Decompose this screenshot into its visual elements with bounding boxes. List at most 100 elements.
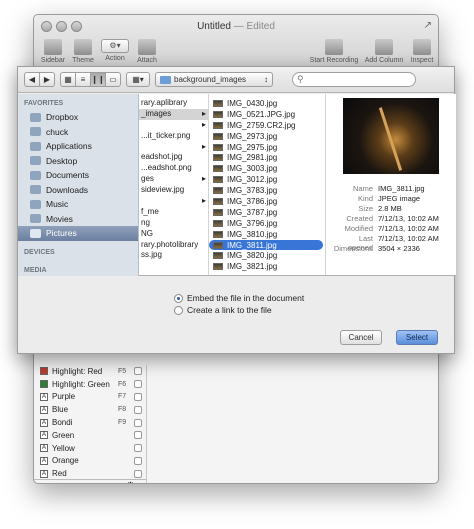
style-checkbox[interactable] — [134, 444, 142, 453]
coverflow-view-icon[interactable]: ▭ — [105, 72, 121, 87]
file-row[interactable]: IMG_2981.jpg — [209, 152, 325, 163]
forward-icon[interactable]: ▶ — [39, 72, 55, 87]
style-checkbox[interactable] — [134, 431, 142, 440]
style-checkbox[interactable] — [134, 418, 142, 427]
file-row[interactable]: IMG_3787.jpg — [209, 207, 325, 218]
sidebar-item-applications[interactable]: Applications — [18, 139, 138, 154]
style-swatch-icon: A — [40, 469, 48, 478]
list-item[interactable]: ...it_ticker.png — [139, 131, 208, 142]
list-item[interactable]: ng — [139, 218, 208, 229]
sidebar-item-pictures[interactable]: Pictures — [18, 226, 138, 241]
style-checkbox[interactable] — [134, 405, 142, 414]
sidebar-item-label: Pictures — [46, 228, 77, 239]
gear-menu-icon[interactable]: ⚙▾ — [126, 481, 140, 483]
list-item[interactable]: ▸ — [139, 142, 208, 153]
style-list-item[interactable]: A Bondi F9 — [34, 416, 146, 429]
style-list-item[interactable]: A Green — [34, 429, 146, 442]
list-item[interactable]: ges ▸ — [139, 174, 208, 185]
list-item[interactable]: NG — [139, 229, 208, 240]
sidebar-item-chuck[interactable]: chuck — [18, 125, 138, 140]
file-row[interactable]: IMG_0521.JPG.jpg — [209, 109, 325, 120]
embed-option[interactable]: Embed the file in the document — [174, 292, 456, 304]
music-icon — [30, 199, 41, 209]
file-row[interactable]: IMG_3821.jpg — [209, 261, 325, 272]
icon-view-icon[interactable]: ▦ — [60, 72, 76, 87]
style-list-item[interactable]: A Yellow — [34, 442, 146, 455]
file-name: IMG_3820.jpg — [227, 251, 278, 261]
style-list-item[interactable]: A Purple F7 — [34, 391, 146, 404]
link-option[interactable]: Create a link to the file — [174, 304, 456, 316]
list-view-icon[interactable]: ≡ — [75, 72, 91, 87]
style-list-item[interactable]: A Orange — [34, 455, 146, 468]
style-list-item[interactable]: Highlight: Red F5 — [34, 365, 146, 378]
list-item[interactable]: rary.photolibrary — [139, 240, 208, 251]
file-row[interactable]: IMG_3003.jpg — [209, 163, 325, 174]
file-name: IMG_3811.jpg — [227, 240, 277, 250]
toolbar-add-column[interactable]: Add Column — [362, 39, 406, 64]
file-row[interactable]: IMG_0430.jpg — [209, 98, 325, 109]
style-checkbox[interactable] — [134, 456, 142, 465]
list-item[interactable]: ss.jpg — [139, 250, 208, 261]
select-button[interactable]: Select — [396, 330, 438, 345]
style-checkbox[interactable] — [134, 392, 142, 401]
file-row[interactable]: IMG_3783.jpg — [209, 185, 325, 196]
embed-radio[interactable] — [174, 293, 183, 303]
list-item[interactable]: eadshot.jpg — [139, 152, 208, 163]
toolbar-sidebar[interactable]: Sidebar — [38, 39, 68, 64]
file-row[interactable]: IMG_3811.jpg — [209, 239, 323, 251]
sidebar-item-desktop[interactable]: Desktop — [18, 154, 138, 169]
list-item[interactable]: rary.aplibrary — [139, 98, 208, 109]
info-value: 7/12/13, 10:02 AM — [378, 214, 439, 223]
info-value: JPEG image — [378, 194, 421, 203]
list-item[interactable]: ▸ — [139, 196, 208, 207]
sidebar-item-movies[interactable]: Movies — [18, 212, 138, 227]
fullscreen-icon[interactable]: ↗ — [424, 20, 432, 31]
file-row[interactable]: IMG_3810.jpg — [209, 229, 325, 240]
file-row[interactable]: IMG_3820.jpg — [209, 250, 325, 261]
toolbar-inspect[interactable]: Inspect — [406, 39, 438, 64]
image-thumbnail-icon — [213, 252, 223, 260]
style-shortcut: F6 — [118, 380, 127, 388]
chevron-right-icon: ▸ — [201, 196, 206, 206]
cancel-button[interactable]: Cancel — [340, 330, 382, 345]
sidebar-item-music[interactable]: Music — [18, 197, 138, 212]
sidebar-item-dropbox[interactable]: Dropbox — [18, 110, 138, 125]
style-list-item[interactable]: Highlight: Green F6 — [34, 378, 146, 391]
style-checkbox[interactable] — [134, 367, 142, 376]
style-list-item[interactable]: A Blue F8 — [34, 403, 146, 416]
style-checkbox[interactable] — [134, 469, 142, 478]
list-item[interactable]: ...eadshot.png — [139, 163, 208, 174]
file-row[interactable]: IMG_2973.jpg — [209, 131, 325, 142]
arrange-menu-icon[interactable]: ▦▾ — [126, 72, 150, 87]
file-row[interactable]: IMG_3012.jpg — [209, 174, 325, 185]
file-row[interactable]: IMG_3786.jpg — [209, 196, 325, 207]
path-popup[interactable]: background_images ↕ — [155, 72, 273, 87]
style-checkbox[interactable] — [134, 380, 142, 389]
list-item[interactable]: f_me — [139, 207, 208, 218]
sidebar-item-documents[interactable]: Documents — [18, 168, 138, 183]
link-radio[interactable] — [174, 305, 183, 315]
toolbar-action[interactable]: ⚙▾ Action — [98, 39, 132, 62]
toolbar-attach[interactable]: Attach — [132, 39, 162, 64]
add-style-button[interactable]: + — [40, 481, 46, 483]
sidebar-item-downloads[interactable]: Downloads — [18, 183, 138, 198]
toolbar-start-recording[interactable]: Start Recording — [306, 39, 362, 64]
info-row: Size 2.8 MB — [332, 204, 450, 214]
file-row[interactable]: IMG_3796.jpg — [209, 218, 325, 229]
column-view-icon[interactable]: ❙❙ — [90, 72, 106, 87]
toolbar-start-recording-label: Start Recording — [309, 57, 359, 64]
style-label: Red — [52, 469, 67, 479]
file-row[interactable]: IMG_2975.jpg — [209, 142, 325, 153]
sidebar-icon — [44, 39, 62, 55]
list-item[interactable]: _images ▸ — [139, 108, 208, 120]
search-field[interactable]: ⚲ — [292, 72, 416, 87]
list-item[interactable]: ▸ — [139, 120, 208, 131]
list-item[interactable]: sideview.jpg — [139, 185, 208, 196]
divider — [146, 365, 147, 483]
toolbar-theme[interactable]: Theme — [68, 39, 98, 64]
back-icon[interactable]: ◀ — [24, 72, 40, 87]
gear-icon: ⚙▾ — [101, 39, 129, 53]
info-row: Name IMG_3811.jpg — [332, 184, 450, 194]
file-row[interactable]: IMG_2759.CR2.jpg — [209, 120, 325, 131]
theme-icon — [74, 39, 92, 55]
